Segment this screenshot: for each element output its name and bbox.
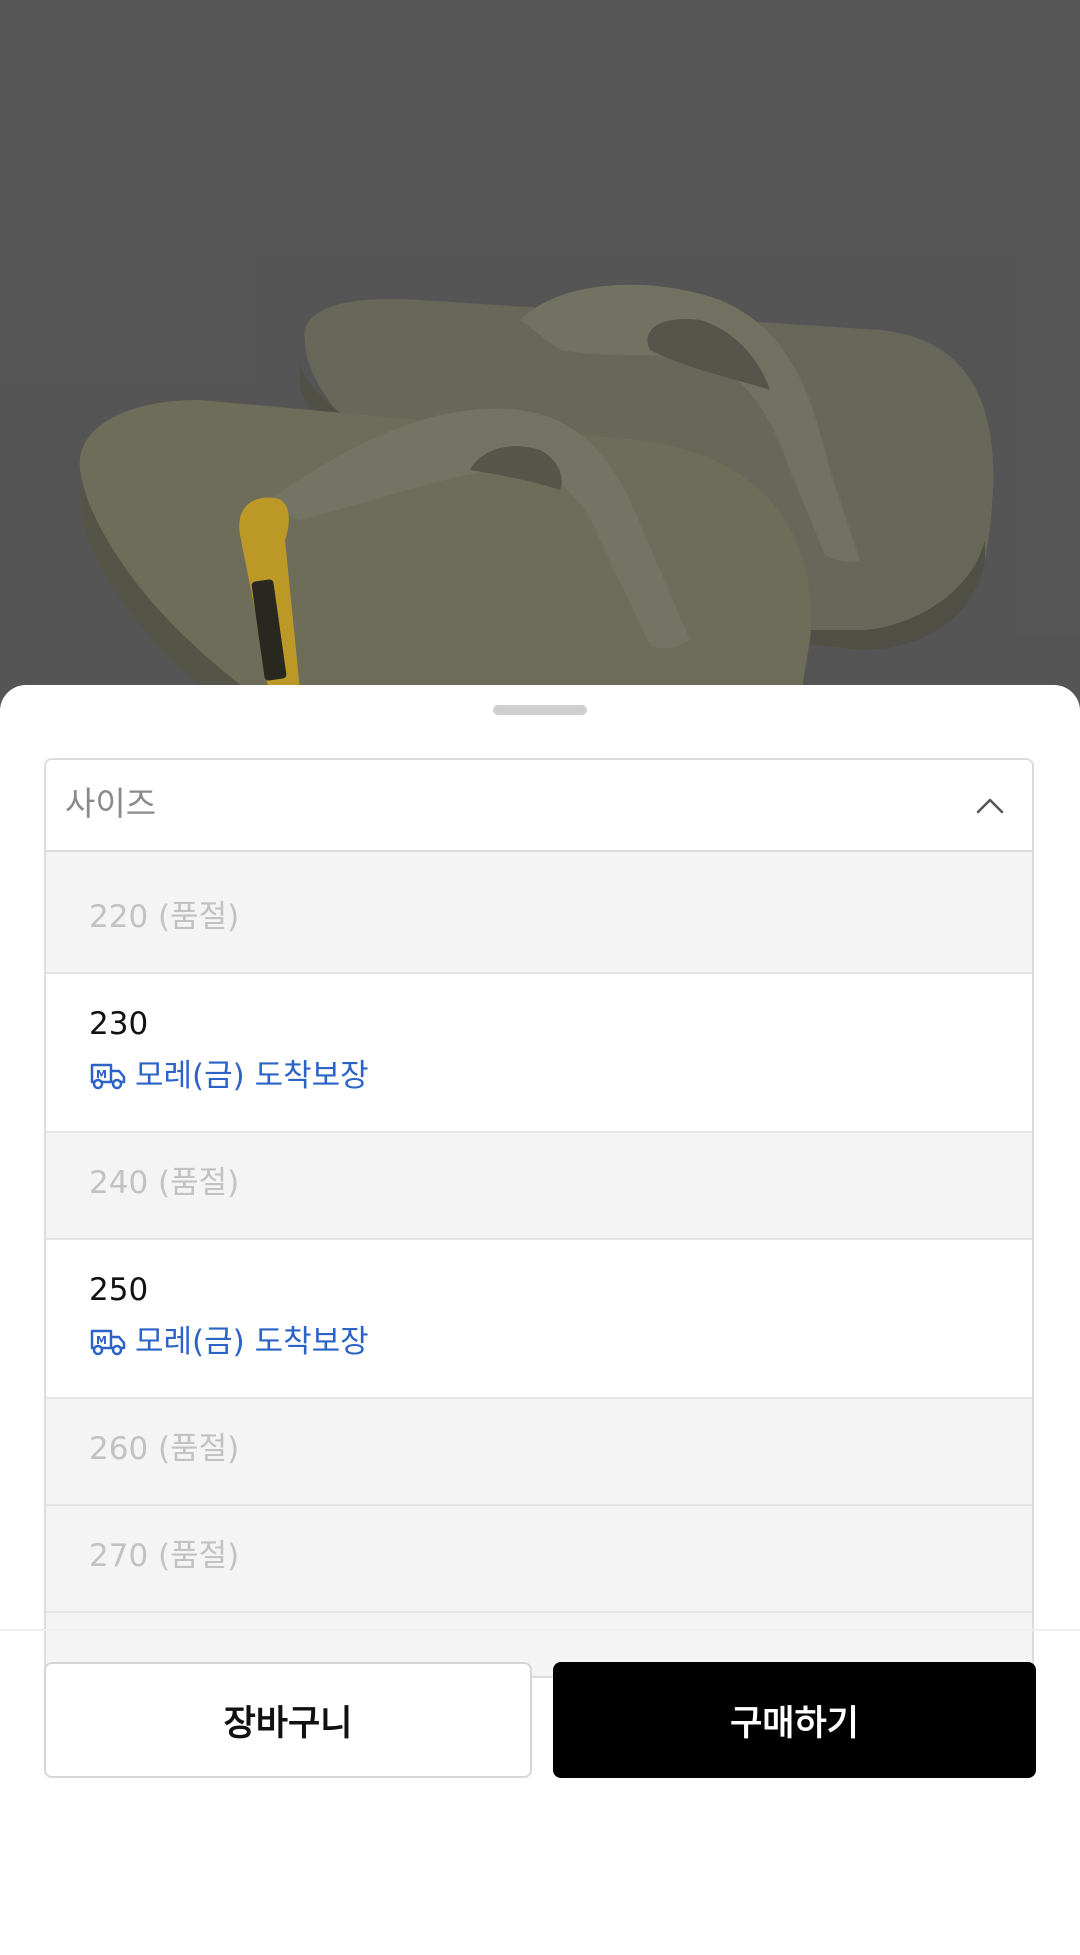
size-option-label: 220 (품절) (89, 899, 240, 935)
footer-divider (0, 1629, 1080, 1631)
truck-icon: M (90, 1063, 126, 1090)
size-option-270[interactable]: 270 (품절) (46, 1506, 1032, 1613)
size-select-label: 사이즈 (65, 784, 157, 823)
option-bottom-sheet: 사이즈 220 (품절) 230 M 모레(금) 도착보장 240 (품절) 2… (0, 685, 1080, 1955)
buy-now-button[interactable]: 구매하기 (553, 1662, 1036, 1778)
size-option-label: 270 (품절) (89, 1538, 240, 1574)
truck-icon: M (90, 1329, 126, 1356)
chevron-up-icon (976, 798, 1004, 814)
size-option-label: 260 (품절) (89, 1431, 240, 1467)
size-option-220[interactable]: 220 (품절) (46, 867, 1032, 974)
size-select-header[interactable]: 사이즈 (46, 760, 1032, 852)
delivery-guarantee: M 모레(금) 도착보장 (89, 1320, 369, 1364)
size-option-250[interactable]: 250 M 모레(금) 도착보장 (46, 1240, 1032, 1399)
size-option-list: 220 (품절) 230 M 모레(금) 도착보장 240 (품절) 250 M… (46, 867, 1032, 1613)
delivery-guarantee: M 모레(금) 도착보장 (89, 1054, 369, 1098)
size-option-260[interactable]: 260 (품절) (46, 1399, 1032, 1506)
sheet-drag-handle[interactable] (493, 705, 587, 715)
product-image (0, 0, 1080, 700)
add-to-cart-button[interactable]: 장바구니 (44, 1662, 532, 1778)
delivery-text: 모레(금) 도착보장 (135, 1058, 369, 1094)
svg-text:M: M (96, 1334, 107, 1347)
size-option-230[interactable]: 230 M 모레(금) 도착보장 (46, 974, 1032, 1133)
size-option-label: 250 (89, 1272, 149, 1308)
size-option-label: 230 (89, 1006, 149, 1042)
size-select: 사이즈 220 (품절) 230 M 모레(금) 도착보장 240 (품절) 2… (44, 758, 1034, 1678)
svg-text:M: M (96, 1068, 107, 1081)
delivery-text: 모레(금) 도착보장 (135, 1324, 369, 1360)
size-option-label: 240 (품절) (89, 1165, 240, 1201)
size-option-240[interactable]: 240 (품절) (46, 1133, 1032, 1240)
